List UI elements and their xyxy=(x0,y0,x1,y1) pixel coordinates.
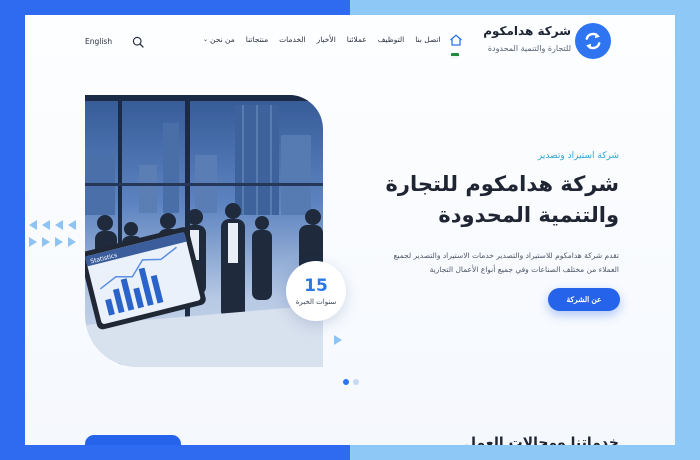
brand-logo[interactable] xyxy=(575,23,611,59)
business-meeting-illustration: Statistics xyxy=(85,95,323,367)
nav-item-about-label: من نحن xyxy=(210,35,235,44)
slider-dot-2[interactable] xyxy=(353,379,359,385)
hero-image: Statistics xyxy=(85,95,323,367)
experience-badge: 15 سنوات الخبرة xyxy=(286,261,346,321)
main-nav: من نحن ⌄ منتجاتنا الخدمات الأخبار عملائن… xyxy=(203,35,441,44)
nav-item-contact[interactable]: اتصل بنا xyxy=(415,35,440,44)
slider-dots xyxy=(343,379,359,385)
hero-eyebrow: شركة استيراد وتصدير xyxy=(537,151,619,161)
flag-icon[interactable] xyxy=(451,53,459,59)
about-company-button[interactable]: عن الشركة xyxy=(548,288,620,311)
language-switch[interactable]: English xyxy=(85,37,112,46)
brand-subtitle: للتجارة والتنمية المحدودة xyxy=(487,44,571,53)
slider-dot-1[interactable] xyxy=(343,379,349,385)
nav-item-services[interactable]: الخدمات xyxy=(279,35,306,44)
decorative-arrows-right xyxy=(29,237,76,247)
page-body: شركة هدامكوم للتجارة والتنمية المحدودة م… xyxy=(25,15,675,445)
decorative-arrows-left xyxy=(29,220,76,230)
section-button[interactable] xyxy=(85,435,181,445)
nav-item-news[interactable]: الأخبار xyxy=(317,35,336,44)
nav-item-products[interactable]: منتجاتنا xyxy=(246,35,268,44)
website-frame: شركة هدامكوم للتجارة والتنمية المحدودة م… xyxy=(25,15,675,445)
nav-item-careers[interactable]: التوظيف xyxy=(378,35,405,44)
chevron-down-icon: ⌄ xyxy=(203,36,209,43)
experience-label: سنوات الخبرة xyxy=(295,297,337,306)
home-icon[interactable] xyxy=(449,34,463,46)
decorative-arrow xyxy=(334,335,342,345)
brand-title[interactable]: شركة هدامكوم xyxy=(483,24,571,38)
search-icon[interactable] xyxy=(132,36,144,48)
experience-number: 15 xyxy=(304,275,328,296)
services-section-heading: خدماتنا ومجالات العمل xyxy=(463,435,619,445)
hero-title: شركة هدامكوم للتجارة والتنمية المحدودة xyxy=(385,172,619,227)
nav-item-clients[interactable]: عملائنا xyxy=(347,35,367,44)
nav-item-about[interactable]: من نحن ⌄ xyxy=(203,35,235,44)
refresh-arrows-icon xyxy=(585,32,601,50)
hero-description: تقدم شركة هدامكوم للاستيراد والتصدير خدم… xyxy=(393,251,619,274)
